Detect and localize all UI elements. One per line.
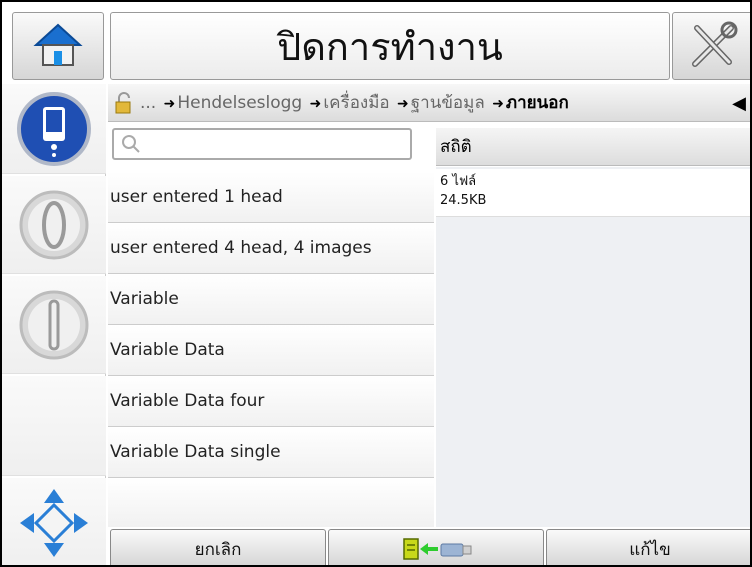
- stats-header-label: สถิติ: [440, 137, 472, 157]
- file-list: user entered 1 head user entered 4 head,…: [108, 172, 434, 527]
- breadcrumb-item-external: ภายนอก: [505, 93, 569, 113]
- page-title: ปิดการทำงาน: [277, 24, 503, 69]
- tools-icon: [692, 21, 738, 67]
- cancel-button-label: ยกเลิก: [194, 539, 242, 560]
- printer-status-icon: [17, 91, 91, 166]
- back-triangle-icon[interactable]: ◀: [732, 93, 746, 114]
- cancel-button[interactable]: ยกเลิก: [110, 529, 326, 565]
- breadcrumb-ellipsis[interactable]: ...: [140, 93, 156, 113]
- breadcrumb-arrow-icon: ➜: [309, 96, 322, 112]
- transfer-to-usb-button[interactable]: [328, 529, 544, 565]
- list-item[interactable]: Variable Data: [108, 325, 434, 376]
- list-item[interactable]: user entered 1 head: [108, 172, 434, 223]
- home-button[interactable]: [12, 12, 104, 80]
- stats-header: สถิติ: [436, 128, 750, 166]
- lock-icon: [115, 91, 131, 113]
- edit-button-label: แก้ไข: [629, 539, 671, 560]
- navigation-arrows-icon: [20, 489, 88, 557]
- breadcrumb-item-database[interactable]: ฐานข้อมูล: [411, 93, 485, 113]
- search-icon: [122, 135, 140, 153]
- stats-panel: 6 ไฟล์ 24.5KB: [436, 167, 750, 527]
- left-sidebar: [2, 84, 106, 565]
- tools-button[interactable]: [672, 12, 750, 80]
- navigation-button[interactable]: [2, 478, 106, 565]
- screen-frame: ปิดการทำงาน ... ➜ Hendelseslogg ➜ เครื่อ…: [0, 0, 752, 567]
- breadcrumb-path: ... ➜ Hendelseslogg ➜ เครื่องมือ ➜ ฐานข้อมู…: [140, 89, 569, 116]
- start-button[interactable]: [2, 176, 106, 274]
- home-icon: [33, 23, 83, 66]
- list-item[interactable]: user entered 4 head, 4 images: [108, 223, 434, 274]
- stop-button[interactable]: [2, 276, 106, 374]
- list-item[interactable]: Variable Data four: [108, 376, 434, 427]
- stats-total-size: 24.5KB: [440, 193, 487, 208]
- stats-file-count: 6 ไฟล์: [440, 174, 477, 189]
- power-on-icon: [19, 190, 89, 259]
- breadcrumb-arrow-icon: ➜: [492, 96, 504, 112]
- breadcrumb-arrow-icon: ➜: [397, 96, 409, 112]
- list-item[interactable]: Variable Data single: [108, 427, 434, 478]
- left-empty-cell: [2, 376, 106, 476]
- stats-summary: 6 ไฟล์ 24.5KB: [436, 169, 750, 217]
- list-item-empty: [108, 478, 434, 527]
- page-title-box: ปิดการทำงาน: [110, 12, 670, 80]
- list-item[interactable]: Variable: [108, 274, 434, 325]
- search-input[interactable]: [146, 133, 406, 155]
- breadcrumb: ... ➜ Hendelseslogg ➜ เครื่องมือ ➜ ฐานข้อมู…: [108, 84, 750, 122]
- search-field[interactable]: [112, 128, 412, 160]
- breadcrumb-item-tools[interactable]: เครื่องมือ: [323, 93, 389, 113]
- file-to-usb-icon: [403, 538, 472, 560]
- power-off-icon: [19, 290, 89, 359]
- breadcrumb-arrow-icon: ➜: [163, 96, 176, 112]
- status-button[interactable]: [2, 84, 106, 174]
- edit-button[interactable]: แก้ไข: [546, 529, 750, 565]
- breadcrumb-item-hendelseslogg[interactable]: Hendelseslogg: [177, 93, 302, 113]
